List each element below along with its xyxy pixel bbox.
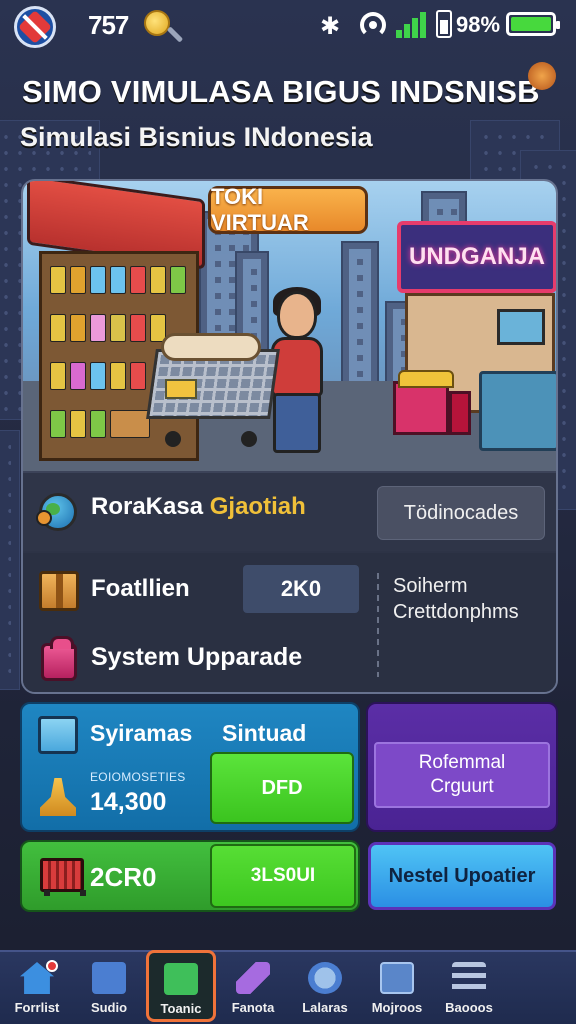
app-badge-icon[interactable] <box>14 6 56 48</box>
store-scene[interactable]: TOKI VIRTUAR UNDGANJA <box>23 181 556 471</box>
pencil-icon <box>236 962 270 994</box>
music-icon <box>92 962 126 994</box>
wifi-icon <box>360 12 386 38</box>
nav-item-2[interactable]: Toanic <box>146 950 216 1022</box>
nav-item-0[interactable]: Forrlist <box>2 952 72 1024</box>
battery-percent: 98% <box>456 12 501 37</box>
counter <box>479 371 556 451</box>
crate-icon <box>393 370 454 435</box>
stat-row-1: RoraKasa Gjaotiah Tödinocades <box>23 471 556 551</box>
globe-icon <box>36 493 77 531</box>
stat-row-2-value[interactable]: 2K0 <box>243 565 359 613</box>
title-badge-icon <box>528 62 556 90</box>
bluetooth-icon: ✱ <box>320 13 341 40</box>
personal-card-button[interactable]: Rofemmal Crguurt <box>374 742 550 808</box>
nav-item-5[interactable]: Mojroos <box>362 952 432 1024</box>
notification-dot <box>46 960 58 972</box>
cart-card-value: 2CR0 <box>90 862 157 892</box>
trophy-icon <box>40 778 76 816</box>
cube-icon <box>38 716 78 754</box>
page-subtitle: Simulasi Bisnius INdonesia <box>20 122 373 152</box>
status-bar: 757 ✱ 98% <box>0 0 576 52</box>
nav-item-4[interactable]: Lalaras <box>290 952 360 1024</box>
stat-row-1-button[interactable]: Tödinocades <box>377 486 545 540</box>
stat-row-1-label: RoraKasa Gjaotiah <box>91 493 306 520</box>
battery-fill <box>511 17 551 31</box>
sales-card-caption: EOIOMOSETIES <box>90 770 186 784</box>
stall-sign: UNDGANJA <box>397 221 556 293</box>
sales-card-title: Syiramas <box>90 720 193 746</box>
photo-icon <box>380 962 414 994</box>
status-number: 757 <box>88 10 129 40</box>
battery-small-icon <box>436 10 452 38</box>
market-stall: UNDGANJA <box>373 221 556 461</box>
box-icon <box>39 571 79 611</box>
cart-card-button[interactable]: 3LS0UI <box>210 844 356 908</box>
chart-icon <box>308 962 342 994</box>
shop-sign: TOKI VIRTUAR <box>208 184 368 235</box>
bottom-nav: Forrlist Sudio Toanic Fanota Lalaras Moj… <box>0 950 576 1024</box>
system-upgrade-button[interactable]: System Upparade <box>91 643 302 672</box>
nav-item-1[interactable]: Sudio <box>74 952 144 1024</box>
nav-item-6[interactable]: Baooos <box>434 952 504 1024</box>
sales-card-title-2: Sintuad <box>222 720 307 746</box>
stat-row-2: Foatllien 2K0 Soiherm Crettdonphms Syste… <box>23 553 556 692</box>
tools-icon <box>164 963 198 995</box>
basket-icon <box>36 852 86 898</box>
tv-screen <box>497 309 545 345</box>
coin-icon <box>144 10 170 36</box>
signal-icon <box>396 12 428 38</box>
page-title: SIMO VIMULASA BIGUS INDSNISB <box>22 74 540 109</box>
stat-side-text: Soiherm Crettdonphms <box>393 575 519 623</box>
divider <box>377 573 379 677</box>
menu-icon <box>452 962 486 994</box>
sales-card-button[interactable]: DFD <box>210 752 354 824</box>
battery-icon <box>506 12 560 36</box>
personal-card: Rofemmal Crguurt <box>366 702 558 832</box>
cart-card: 2CR0 3LS0UI <box>20 840 360 912</box>
upgrade-icon <box>41 636 77 681</box>
stat-row-2-label: Foatllien <box>91 575 190 602</box>
sales-card: Syiramas Sintuad EOIOMOSETIES 14,300 DFD <box>20 702 360 832</box>
sales-card-amount: 14,300 <box>90 788 167 816</box>
store-panel: TOKI VIRTUAR UNDGANJA RoraKasa Gjaotiah … <box>21 179 558 694</box>
shopping-cart <box>146 333 280 447</box>
update-button[interactable]: Nestel Upoatier <box>368 842 556 910</box>
nav-item-3[interactable]: Fanota <box>218 952 288 1024</box>
